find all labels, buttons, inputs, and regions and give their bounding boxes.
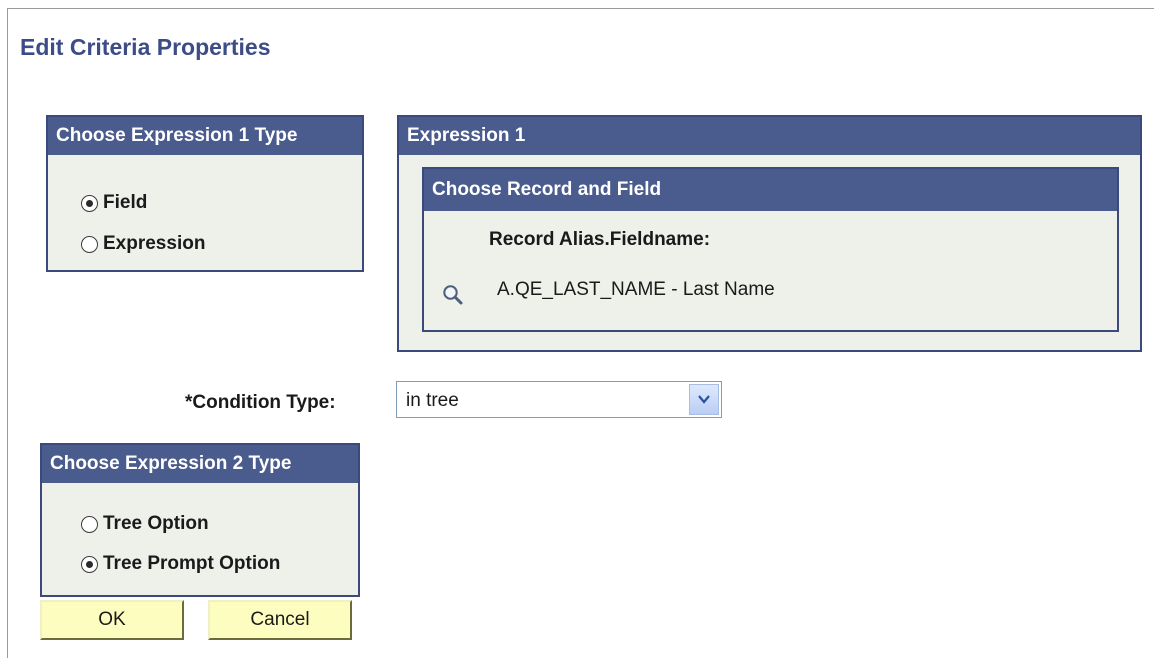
radio-label-expression: Expression <box>103 233 206 254</box>
record-field-header: Choose Record and Field <box>424 169 1117 211</box>
expression-1-type-header: Choose Expression 1 Type <box>48 117 362 155</box>
radio-label-field: Field <box>103 192 148 213</box>
radio-expression[interactable]: Expression <box>81 233 205 255</box>
radio-field[interactable]: Field <box>81 192 147 214</box>
radio-label-tree-option: Tree Option <box>103 513 209 534</box>
radio-tree-prompt-option[interactable]: Tree Prompt Option <box>81 553 280 575</box>
condition-type-select[interactable]: in tree <box>396 381 722 418</box>
radio-button[interactable] <box>81 515 98 533</box>
expression-2-type-header: Choose Expression 2 Type <box>42 445 358 483</box>
search-icon[interactable] <box>441 283 465 307</box>
ok-button[interactable]: OK <box>40 600 184 640</box>
record-alias-label: Record Alias.Fieldname: <box>489 229 711 250</box>
radio-button[interactable] <box>81 555 98 573</box>
condition-type-label: *Condition Type: <box>185 392 336 413</box>
condition-type-value: in tree <box>406 390 459 411</box>
record-field-value: A.QE_LAST_NAME - Last Name <box>497 279 775 300</box>
radio-button[interactable] <box>81 235 98 253</box>
radio-button[interactable] <box>81 194 98 212</box>
cancel-button[interactable]: Cancel <box>208 600 352 640</box>
radio-tree-option[interactable]: Tree Option <box>81 513 209 535</box>
page-title: Edit Criteria Properties <box>20 34 271 60</box>
radio-label-tree-prompt-option: Tree Prompt Option <box>103 553 281 574</box>
expression-1-header: Expression 1 <box>399 117 1140 155</box>
chevron-down-icon[interactable] <box>689 384 719 415</box>
